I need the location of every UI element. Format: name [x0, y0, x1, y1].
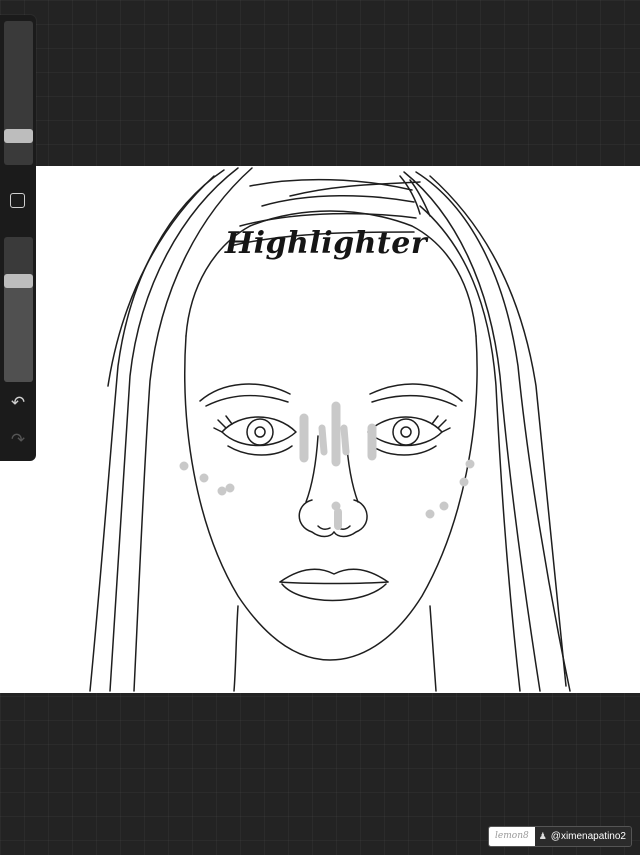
highlighter-text-label: Highlighter	[224, 226, 428, 261]
watermark-user: ♟ @ximenapatino2	[534, 827, 631, 846]
canvas-area[interactable]: Highlighter	[0, 0, 640, 855]
brush-opacity-slider[interactable]	[4, 237, 33, 382]
modify-square-button[interactable]	[10, 193, 25, 208]
lemon8-logo: lemon8	[489, 827, 535, 846]
highlighter-marks	[179, 401, 475, 530]
brush-size-slider-handle[interactable]	[4, 129, 33, 143]
redo-arrow-icon[interactable]: ↷	[0, 430, 36, 450]
undo-arrow-icon[interactable]: ↶	[0, 393, 36, 413]
brush-size-slider[interactable]	[4, 21, 33, 165]
watermark-username: @ximenapatino2	[550, 831, 626, 842]
brush-opacity-slider-handle[interactable]	[4, 274, 33, 288]
person-icon: ♟	[538, 831, 547, 841]
opacity-slider-fill	[4, 278, 33, 382]
side-toolbar: ↶ ↷	[0, 15, 36, 461]
artwork-canvas[interactable]: Highlighter	[0, 166, 640, 693]
drawing-app: Highlighter ↶ ↷ lemon8 ♟ @ximenapatino2	[0, 0, 640, 855]
lemon8-watermark: lemon8 ♟ @ximenapatino2	[488, 826, 632, 847]
